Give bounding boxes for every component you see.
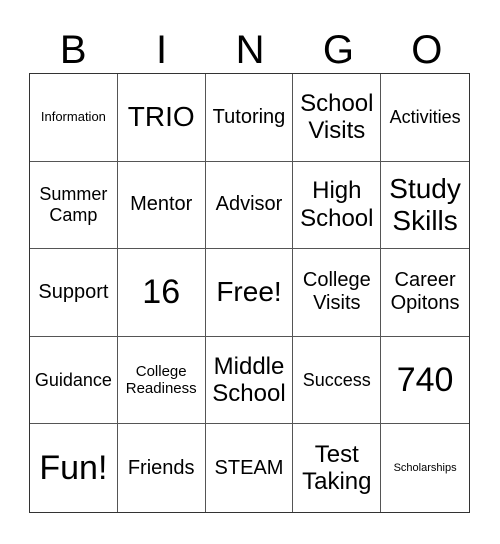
header-letter-b: B — [59, 28, 87, 72]
bingo-cell[interactable]: Mentor — [117, 161, 206, 250]
bingo-cell[interactable]: STEAM — [206, 424, 294, 512]
bingo-cell[interactable]: Support — [30, 249, 118, 337]
bingo-cell[interactable]: Study Skills — [381, 162, 469, 250]
bingo-cell[interactable]: TRIO — [117, 74, 206, 162]
bingo-cell[interactable]: Information — [30, 74, 118, 162]
bingo-cell[interactable]: Career Opitons — [381, 249, 469, 337]
bingo-cell[interactable]: Middle School — [205, 336, 294, 425]
bingo-cell[interactable]: College Visits — [293, 249, 382, 337]
bingo-cell[interactable]: Test Taking — [293, 424, 382, 512]
bingo-header: B I N G O — [29, 28, 471, 72]
header-letter-g: G — [322, 28, 354, 72]
bingo-grid: Information TRIO Tutoring School Visits … — [29, 73, 470, 513]
bingo-cell[interactable]: Advisor — [205, 161, 294, 250]
header-letter-i: I — [156, 28, 168, 72]
bingo-cell[interactable]: Fun! — [30, 424, 118, 512]
bingo-cell[interactable]: School Visits — [293, 74, 382, 162]
bingo-cell[interactable]: Free! — [205, 249, 294, 337]
bingo-cell[interactable]: Friends — [118, 424, 206, 512]
header-letter-o: O — [411, 28, 443, 72]
bingo-cell[interactable]: College Readiness — [117, 336, 206, 425]
bingo-cell[interactable]: 16 — [117, 249, 206, 337]
bingo-cell[interactable]: High School — [293, 161, 382, 250]
bingo-cell[interactable]: Summer Camp — [30, 161, 118, 250]
bingo-cell[interactable]: 740 — [381, 337, 469, 425]
bingo-cell[interactable]: Success — [293, 336, 382, 425]
header-letter-n: N — [235, 28, 265, 72]
bingo-cell[interactable]: Activities — [381, 74, 469, 162]
bingo-cell[interactable]: Guidance — [30, 336, 118, 425]
bingo-cell[interactable]: Tutoring — [205, 74, 294, 162]
bingo-cell[interactable]: Scholarships — [381, 424, 469, 512]
